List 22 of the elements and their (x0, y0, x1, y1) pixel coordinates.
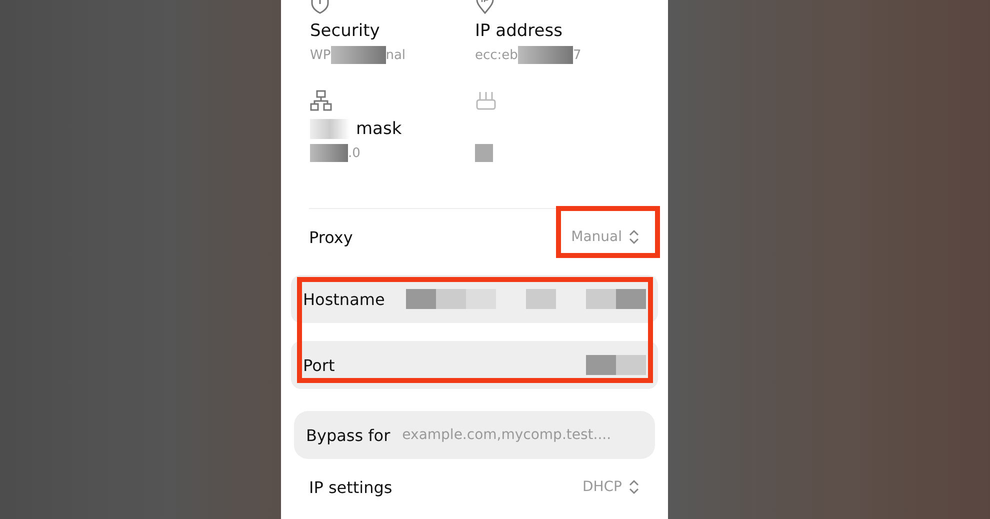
info-value: nal (386, 48, 406, 62)
network-icon (310, 90, 332, 112)
blurred-block (310, 144, 348, 162)
router-icon (475, 90, 497, 112)
bypass-label: Bypass for (306, 426, 390, 444)
ip-settings-label: IP settings (309, 478, 392, 496)
info-label: Security (310, 21, 380, 41)
up-down-icon (628, 228, 640, 246)
info-value: 7 (572, 48, 582, 62)
info-label: IP address (475, 21, 562, 41)
proxy-label: Proxy (309, 228, 353, 246)
info-value: WP (310, 48, 331, 62)
blurred-block (310, 119, 350, 139)
blurred-block (518, 46, 573, 64)
blurred-block (475, 144, 493, 162)
info-label: mask (356, 119, 402, 139)
blurred-block (330, 46, 386, 64)
info-value: .0 (348, 146, 360, 160)
up-down-icon (628, 478, 640, 496)
bypass-input[interactable]: example.com,mycomp.test.... (402, 427, 643, 443)
info-value: ecc:eb (475, 48, 518, 62)
blurred-block (586, 355, 646, 375)
